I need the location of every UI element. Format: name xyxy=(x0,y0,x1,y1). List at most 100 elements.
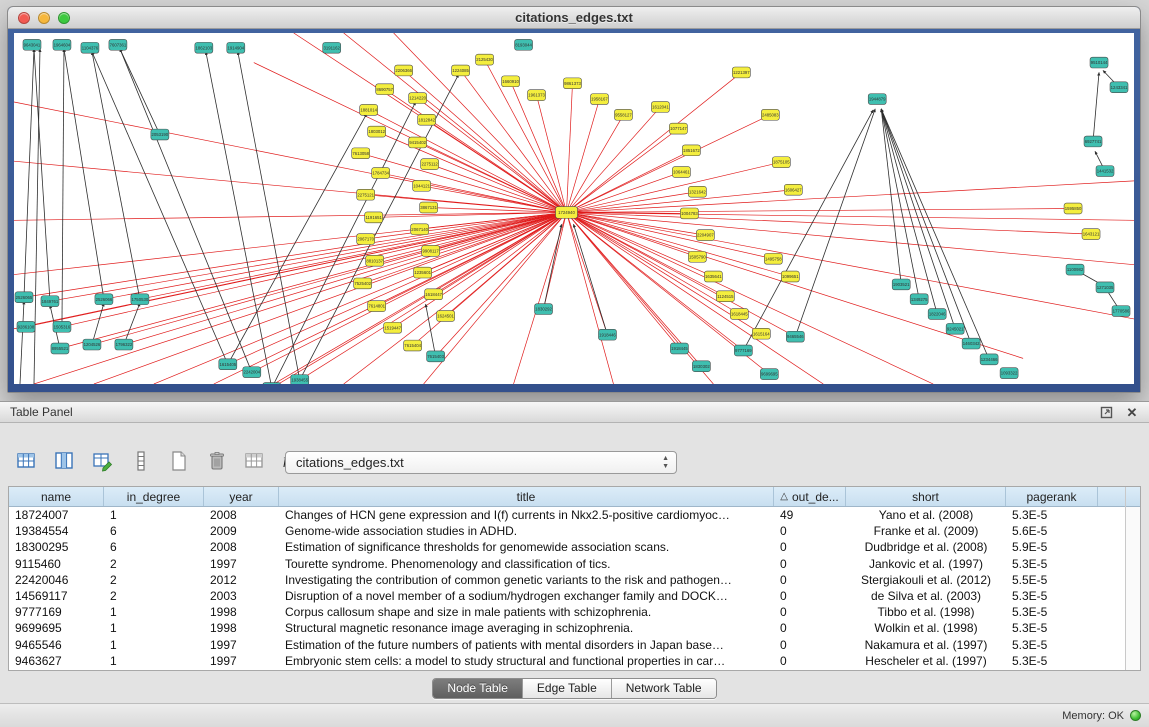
column-header-out_de[interactable]: △out_de... xyxy=(774,487,846,506)
graph-node[interactable]: 2526066 xyxy=(95,294,113,305)
table-settings-icon[interactable] xyxy=(12,446,42,476)
graph-node[interactable]: 1624501 xyxy=(437,311,455,322)
graph-node[interactable]: 1519447 xyxy=(384,322,402,333)
table-row[interactable]: 1872400712008Changes of HCN gene express… xyxy=(9,507,1125,523)
graph-node[interactable]: 8193044 xyxy=(515,39,533,50)
graph-node[interactable]: 1784734 xyxy=(372,168,390,179)
graph-node[interactable]: 2125430 xyxy=(476,54,494,65)
graph-node[interactable]: 3191162 xyxy=(323,42,341,53)
graph-node[interactable]: 1618447 xyxy=(425,289,443,300)
column-rows-icon[interactable] xyxy=(126,446,156,476)
graph-node[interactable]: 1124515 xyxy=(716,291,734,302)
graph-node[interactable]: 1635641 xyxy=(704,271,722,282)
graph-node[interactable]: 1495758 xyxy=(764,253,782,264)
graph-node[interactable]: 1221397 xyxy=(732,67,750,78)
graph-node[interactable]: 9510144 xyxy=(1090,57,1108,68)
graph-node[interactable]: 1615405 xyxy=(219,359,237,370)
graph-node[interactable]: 2242004 xyxy=(243,367,261,378)
graph-node[interactable]: 1849761 xyxy=(41,296,59,307)
graph-node[interactable]: 8810137 xyxy=(366,255,384,266)
graph-node[interactable]: 1077147 xyxy=(669,123,687,134)
graph-node[interactable]: 1271035 xyxy=(1096,282,1114,293)
graph-node[interactable]: 1606427 xyxy=(784,184,802,195)
graph-node[interactable]: 9245021 xyxy=(946,323,964,334)
table-edit-icon[interactable] xyxy=(88,446,118,476)
graph-node[interactable]: 1862103 xyxy=(195,42,213,53)
graph-node[interactable]: 1918445 xyxy=(670,343,688,354)
graph-node[interactable]: 1204526 xyxy=(83,339,101,350)
graph-node[interactable]: 9558127 xyxy=(614,109,632,120)
graph-node[interactable]: 1938455 xyxy=(291,375,309,384)
graph-node[interactable]: 7613058 xyxy=(352,148,370,159)
graph-node[interactable]: 1093322 xyxy=(1000,368,1018,379)
graph-node[interactable]: 1961373 xyxy=(528,90,546,101)
vertical-scrollbar[interactable] xyxy=(1125,487,1140,670)
graph-node[interactable]: 1822046 xyxy=(928,309,946,320)
graph-node[interactable]: 2053190 xyxy=(151,129,169,140)
graph-node[interactable]: 2067170 xyxy=(357,234,375,245)
graph-node[interactable]: 1770586 xyxy=(1112,306,1130,317)
graph-node[interactable]: 7615404 xyxy=(404,340,422,351)
column-header-pagerank[interactable]: pagerank xyxy=(1006,487,1098,506)
graph-node[interactable]: 8955521 xyxy=(51,343,69,354)
graph-node[interactable]: 1234466 xyxy=(980,354,998,365)
column-header-in_degree[interactable]: in_degree xyxy=(104,487,204,506)
graph-node[interactable]: 1796322 xyxy=(115,339,133,350)
graph-node[interactable]: 1214220 xyxy=(409,93,427,104)
graph-node[interactable]: 7607361 xyxy=(109,39,127,50)
graph-node[interactable]: 1643121 xyxy=(1082,229,1100,240)
delete-table-icon[interactable] xyxy=(202,446,232,476)
graph-node[interactable]: 1191651 xyxy=(365,212,383,223)
graph-node[interactable]: 1958167 xyxy=(590,94,608,105)
graph-node[interactable]: 1964604 xyxy=(53,39,71,50)
graph-node[interactable]: 1830292 xyxy=(535,304,553,315)
graph-node[interactable]: 1099651 xyxy=(781,271,799,282)
graph-node[interactable]: 2067140 xyxy=(411,224,429,235)
graph-node[interactable]: 1235601 xyxy=(414,267,432,278)
network-canvas[interactable]: 9643041196460411043767607361186210319149… xyxy=(14,33,1134,384)
graph-node[interactable]: 9777169 xyxy=(734,345,752,356)
graph-node[interactable]: 9908117 xyxy=(422,245,440,256)
table-row[interactable]: 911546021997Tourette syndrome. Phenomeno… xyxy=(9,556,1125,572)
graph-node[interactable]: 9415402 xyxy=(409,137,427,148)
graph-node[interactable]: 1812842 xyxy=(418,114,436,125)
tab-network-table[interactable]: Network Table xyxy=(611,679,716,698)
graph-node[interactable]: 1615164 xyxy=(752,328,770,339)
table-row[interactable]: 946362711997Embryonic stem cells: a mode… xyxy=(9,653,1125,669)
column-header-short[interactable]: short xyxy=(846,487,1006,506)
graph-node[interactable]: 9861373 xyxy=(564,78,582,89)
network-graph[interactable]: 9643041196460411043767607361186210319149… xyxy=(14,33,1134,384)
graph-node[interactable]: 1224085 xyxy=(452,65,470,76)
graph-node[interactable]: 1456911 xyxy=(263,383,281,384)
graph-node[interactable]: 2526065 xyxy=(15,292,33,303)
graph-node[interactable]: 1851672 xyxy=(682,145,700,156)
graph-node[interactable]: 1595850 xyxy=(1064,203,1082,214)
graph-node[interactable]: 1944879 xyxy=(868,94,886,105)
graph-node[interactable]: 9465546 xyxy=(786,331,804,342)
graph-node[interactable]: 2275121 xyxy=(357,189,375,200)
graph-node[interactable]: 1243341 xyxy=(1110,82,1128,93)
graph-node[interactable]: 6927741 xyxy=(1084,136,1102,147)
graph-node[interactable]: 1349275 xyxy=(910,294,928,305)
graph-node[interactable]: 1104376 xyxy=(81,42,99,53)
table-row[interactable]: 1456911722003Disruption of a novel membe… xyxy=(9,588,1125,604)
table-row[interactable]: 969969511998Structural magnetic resonanc… xyxy=(9,620,1125,636)
graph-node[interactable]: 2204907 xyxy=(696,230,714,241)
graph-node[interactable]: 1918446 xyxy=(598,329,616,340)
graph-node[interactable]: 1903521 xyxy=(892,279,910,290)
graph-node[interactable]: 1750530 xyxy=(131,294,149,305)
window-titlebar[interactable]: citations_edges.txt xyxy=(8,7,1140,29)
graph-node[interactable]: 1505316 xyxy=(53,321,71,332)
graph-node[interactable]: 1460342 xyxy=(962,338,980,349)
float-panel-icon[interactable] xyxy=(1099,406,1113,420)
graph-node[interactable]: 7615403 xyxy=(427,351,445,362)
column-header-year[interactable]: year xyxy=(204,487,279,506)
tab-edge-table[interactable]: Edge Table xyxy=(522,679,611,698)
graph-node[interactable]: 3867131 xyxy=(420,202,438,213)
table-columns-icon[interactable] xyxy=(50,446,80,476)
table-row[interactable]: 2242004622012Investigating the contribut… xyxy=(9,572,1125,588)
table-row[interactable]: 1830029562008Estimation of significance … xyxy=(9,539,1125,555)
table-disabled-icon[interactable] xyxy=(240,446,270,476)
graph-node[interactable]: 2206366 xyxy=(395,65,413,76)
graph-node[interactable]: 8690757 xyxy=(376,84,394,95)
